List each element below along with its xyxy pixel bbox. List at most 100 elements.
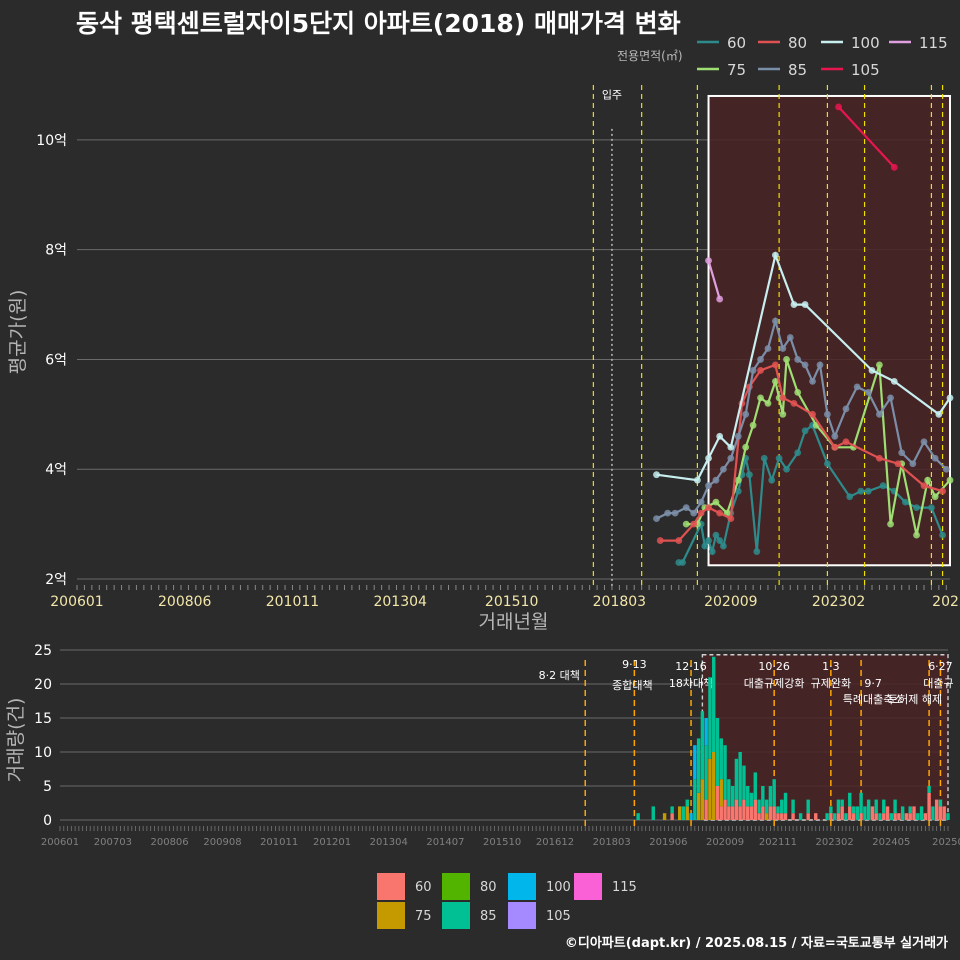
policy-annotation-label: 8·2 대책 (539, 669, 580, 682)
volume-legend-swatch-80 (442, 873, 470, 900)
data-point-85 (653, 515, 660, 523)
volume-bar-segment-60 (908, 813, 912, 820)
data-point-80 (727, 515, 735, 523)
volume-y-tick: 20 (34, 677, 52, 693)
legend-label-75: 75 (727, 61, 746, 79)
volume-bar-segment-60 (923, 813, 928, 820)
volume-bar-segment-85 (681, 806, 686, 820)
volume-bar-segment-85 (927, 786, 931, 793)
volume-bar-segment-60 (912, 806, 916, 820)
policy-annotation-label: 9·13 (622, 658, 647, 671)
x-tick-label: 201803 (593, 594, 646, 610)
volume-y-tick: 0 (43, 813, 52, 829)
volume-bar-segment-85 (798, 813, 803, 820)
volume-bar-segment-75 (696, 792, 701, 820)
volume-bar-segment-60 (934, 799, 939, 820)
volume-bar-segment-85 (832, 813, 837, 820)
volume-bar-segment-60 (840, 806, 844, 820)
volume-bar-segment-85 (636, 813, 640, 820)
data-point-85 (920, 438, 928, 446)
volume-bar-segment-85 (761, 786, 765, 807)
volume-legend-swatch-100 (508, 873, 536, 900)
data-point-60 (913, 504, 920, 512)
volume-y-axis-title: 거래량(건) (5, 698, 27, 783)
volume-bar-segment-85 (938, 799, 943, 807)
volume-bar-segment-60 (723, 799, 727, 820)
volume-bar-segment-85 (776, 806, 780, 814)
data-point-60 (939, 531, 946, 539)
volume-bar-segment-85 (889, 813, 894, 820)
data-point-100 (705, 454, 712, 462)
x-tick-label: 2025 (932, 594, 960, 610)
volume-bar-segment-85 (651, 806, 655, 820)
volume-bar-segment-85 (670, 806, 674, 814)
volume-bar-segment-85 (742, 765, 746, 800)
volume-bar-segment-60 (761, 806, 765, 820)
volume-bar-segment-85 (946, 813, 950, 820)
x-tick-label: 200601 (50, 594, 103, 610)
chart-page: 동삭 평택센트럴자이5단지 아파트(2018) 매매가격 변화 전용면적(㎡) … (0, 0, 960, 960)
volume-y-tick: 10 (34, 745, 52, 761)
policy-annotation-label: 종합대책 (612, 679, 652, 692)
volume-x-tick-label: 202111 (759, 837, 797, 848)
data-point-85 (816, 361, 824, 369)
volume-bar-segment-60 (870, 806, 875, 820)
y-axis-title: 평균가(원) (7, 290, 29, 375)
volume-bar-segment-60 (938, 806, 943, 820)
volume-bar-segment-75 (712, 752, 716, 820)
volume-bar-segment-85 (727, 779, 731, 807)
data-point-80 (939, 487, 946, 495)
volume-bar-segment-60 (780, 813, 784, 820)
data-point-75 (794, 388, 802, 396)
x-axis-title: 거래년월 (479, 611, 549, 633)
data-point-85 (664, 509, 672, 517)
data-point-85 (931, 454, 939, 462)
volume-bar-segment-60 (942, 806, 946, 820)
data-point-75 (946, 476, 954, 484)
volume-bar-segment-85 (719, 738, 723, 780)
legend-label-115: 115 (919, 34, 948, 52)
volume-bar-segment-60 (829, 813, 833, 820)
data-point-85 (824, 410, 831, 418)
volume-x-tick-label: 200806 (150, 837, 188, 848)
volume-bar-segment-60 (776, 813, 780, 820)
data-point-80 (757, 367, 764, 374)
volume-bar-segment-60 (897, 813, 901, 820)
volume-x-tick-label: 202302 (816, 837, 854, 848)
volume-bar-segment-85 (893, 799, 897, 814)
data-point-100 (727, 443, 735, 451)
volume-x-tick-label: 201510 (483, 837, 521, 848)
data-point-100 (801, 301, 809, 308)
volume-bar-segment-85 (825, 813, 829, 820)
volume-bar-segment-60 (874, 813, 878, 820)
volume-bar-segment-75 (764, 813, 769, 820)
data-point-85 (887, 394, 894, 402)
volume-bar-segment-60 (927, 792, 931, 820)
data-point-60 (857, 487, 865, 495)
data-point-60 (768, 476, 776, 484)
volume-bar-segment-60 (783, 813, 788, 820)
volume-bar-segment-60 (734, 799, 739, 820)
volume-bar-segment-85 (723, 745, 727, 800)
volume-bar-segment-85 (848, 792, 852, 807)
data-point-85 (705, 482, 712, 490)
volume-bar-segment-60 (719, 806, 723, 820)
data-point-85 (772, 317, 779, 325)
source-credit: ©디아파트(dapt.kr) / 2025.08.15 / 자료=국토교통부 실… (564, 936, 948, 951)
volume-bar-segment-60 (738, 806, 742, 820)
volume-legend-label-100: 100 (546, 880, 571, 895)
volume-legend-swatch-60 (377, 873, 405, 900)
data-point-80 (790, 399, 798, 407)
data-point-100 (935, 410, 943, 418)
data-point-100 (653, 471, 660, 479)
data-point-60 (705, 537, 712, 544)
data-point-115 (705, 257, 712, 265)
data-point-60 (801, 427, 809, 435)
data-point-100 (693, 476, 701, 484)
data-point-75 (931, 493, 939, 501)
volume-bar-segment-85 (791, 799, 795, 814)
volume-bar-segment-60 (727, 806, 731, 820)
data-point-60 (928, 504, 935, 512)
volume-legend-swatch-75 (377, 902, 405, 929)
policy-annotation-label: 12·16 (675, 660, 707, 673)
